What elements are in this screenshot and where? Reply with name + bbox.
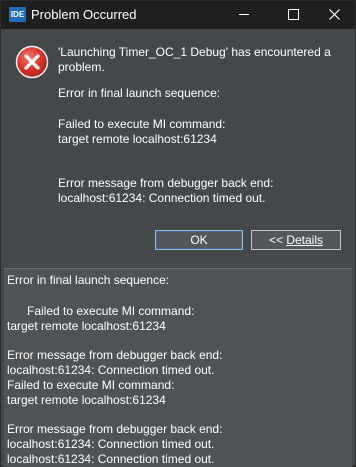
- details-line: target remote localhost:61234: [7, 393, 166, 407]
- title-bar[interactable]: IDE Problem Occurred: [1, 1, 355, 29]
- details-line: Error message from debugger back end:: [7, 422, 223, 436]
- message-line-1: 'Launching Timer_OC_1 Debug' has encount…: [58, 45, 331, 59]
- details-line: localhost:61234: Connection timed out.: [7, 437, 215, 451]
- maximize-icon[interactable]: [269, 1, 313, 29]
- details-button[interactable]: << Details: [251, 230, 341, 250]
- fail-line-1: Failed to execute MI command:: [58, 117, 226, 131]
- details-line: target remote localhost:61234: [7, 319, 166, 333]
- details-line: Failed to execute MI command:: [27, 304, 195, 318]
- backend-line-1: Error message from debugger back end:: [58, 176, 274, 190]
- details-line: Error in final launch sequence:: [7, 273, 170, 287]
- details-text-area[interactable]: Error in final launch sequence: Failed t…: [4, 268, 352, 467]
- close-icon[interactable]: [312, 1, 356, 29]
- problem-dialog-window: IDE Problem Occurred 'Launching Timer_OC…: [0, 0, 356, 467]
- minimize-icon[interactable]: [222, 1, 266, 29]
- window-title: Problem Occurred: [31, 7, 137, 22]
- message-line-2: problem.: [58, 60, 105, 74]
- reason-text: Error in final launch sequence:: [58, 86, 221, 100]
- details-label: Details: [286, 233, 324, 247]
- ide-app-icon: IDE: [9, 7, 26, 22]
- details-line: localhost:61234: Connection timed out.: [7, 363, 215, 377]
- details-prefix: <<: [268, 233, 287, 247]
- backend-line-2: localhost:61234: Connection timed out.: [58, 191, 266, 205]
- details-line: Error message from debugger back end:: [7, 348, 223, 362]
- fail-line-2: target remote localhost:61234: [58, 132, 217, 146]
- details-line: localhost:61234: Connection timed out.: [7, 452, 215, 466]
- error-icon: [15, 45, 49, 79]
- details-line: Failed to execute MI command:: [7, 378, 175, 392]
- ok-button[interactable]: OK: [155, 230, 243, 250]
